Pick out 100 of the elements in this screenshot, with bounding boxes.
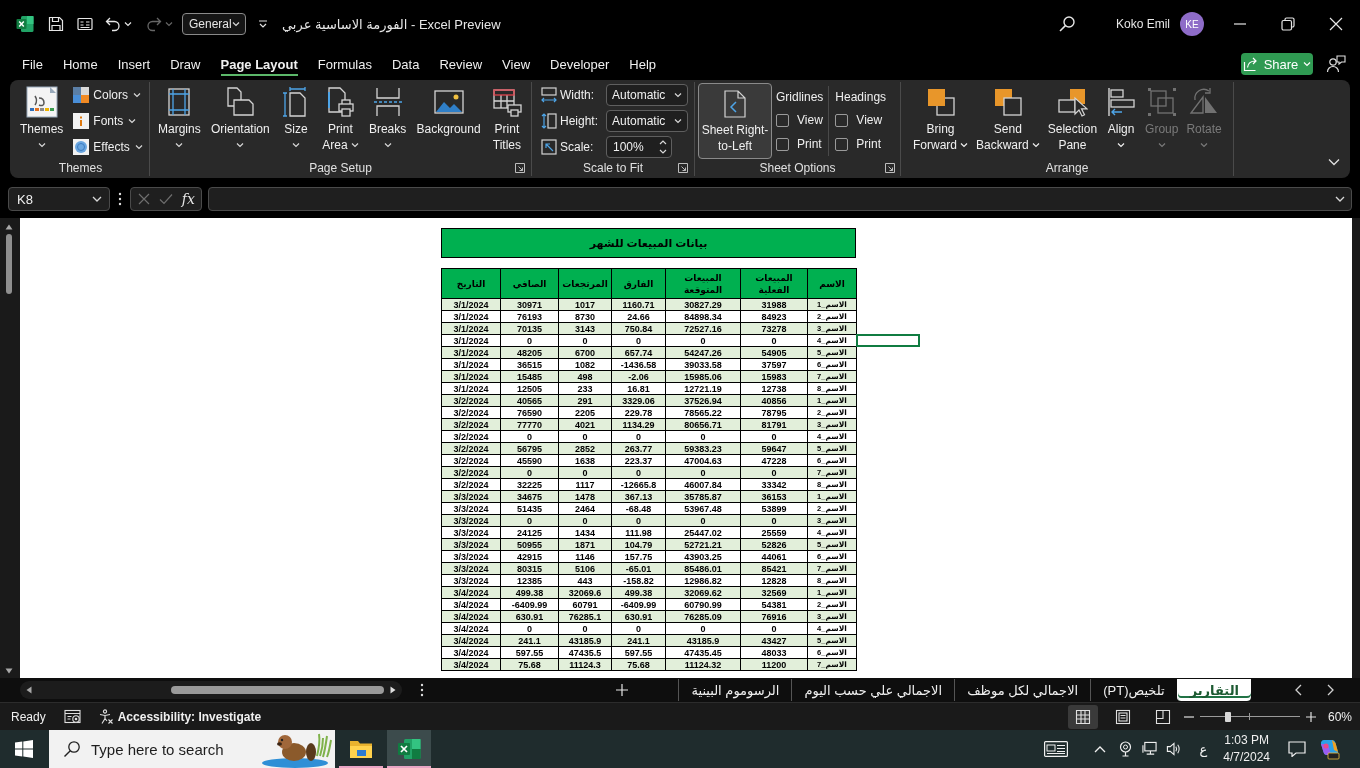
person-comment-icon[interactable] bbox=[1326, 55, 1346, 73]
ribbon-tab[interactable]: Developer bbox=[540, 49, 620, 79]
expand-formula-bar-icon[interactable] bbox=[1335, 196, 1345, 202]
form-icon[interactable] bbox=[77, 16, 93, 32]
bring-forward-button[interactable]: Bring Forward bbox=[909, 82, 972, 160]
checkbox[interactable] bbox=[835, 113, 849, 127]
add-sheet-icon[interactable] bbox=[616, 684, 628, 696]
chevron-up-icon[interactable] bbox=[1093, 745, 1106, 753]
size-button[interactable]: Size bbox=[276, 82, 316, 160]
chevron-left-icon[interactable] bbox=[1295, 684, 1302, 696]
formula-input[interactable] bbox=[208, 187, 1352, 211]
network-icon[interactable] bbox=[1141, 741, 1157, 757]
table-cell: 233 bbox=[558, 382, 612, 395]
orientation-button[interactable]: Orientation bbox=[207, 82, 274, 160]
share-button[interactable]: Share bbox=[1241, 53, 1313, 75]
vertical-dots-icon[interactable] bbox=[118, 192, 122, 206]
collapse-ribbon-icon[interactable] bbox=[1328, 158, 1340, 166]
vertical-scrollbar[interactable] bbox=[4, 224, 14, 674]
speaker-volume-icon[interactable] bbox=[1165, 741, 1181, 757]
accessibility-status[interactable]: Accessibility: Investigate bbox=[117, 709, 262, 724]
restore-icon[interactable] bbox=[1280, 16, 1296, 32]
table-cell: 111.98 bbox=[611, 526, 666, 539]
input-language[interactable]: ع bbox=[1199, 741, 1208, 757]
scroll-right-icon[interactable] bbox=[390, 686, 396, 694]
taskbar-search-field[interactable]: Type here to search bbox=[49, 730, 335, 768]
ribbon-tab[interactable]: Home bbox=[52, 49, 108, 79]
checkbox[interactable] bbox=[776, 137, 789, 151]
number-format-dropdown[interactable]: General bbox=[182, 13, 246, 35]
ribbon-tab[interactable]: Draw bbox=[160, 49, 211, 79]
table-cell: 3/4/2024 bbox=[441, 646, 501, 659]
news-widget-icon[interactable] bbox=[1043, 741, 1068, 757]
dropdown-field[interactable]: Automatic bbox=[606, 84, 688, 106]
excel-taskbar-button[interactable] bbox=[387, 730, 431, 768]
sheet-right-to-left-button[interactable]: Sheet Right-to-Left bbox=[698, 83, 772, 159]
caret-icon bbox=[674, 92, 682, 98]
name-box[interactable]: K8 bbox=[8, 187, 110, 211]
column-header: الاسم bbox=[807, 268, 857, 299]
print-area-button[interactable]: Print Area bbox=[318, 82, 363, 160]
table-cell: 12738 bbox=[740, 382, 808, 395]
dialog-launcher-icon[interactable] bbox=[515, 163, 525, 173]
taskbar-clock[interactable]: 1:03 PM 4/7/2024 bbox=[1223, 730, 1270, 768]
search-icon[interactable] bbox=[1057, 15, 1076, 33]
sheet-tab[interactable]: الاجمالي لكل موظف bbox=[954, 679, 1091, 701]
margins-button[interactable]: Margins bbox=[154, 82, 205, 160]
enter-check-icon[interactable] bbox=[159, 192, 174, 206]
checkbox[interactable] bbox=[835, 137, 849, 151]
webcam-icon[interactable] bbox=[1117, 741, 1133, 757]
align-button[interactable]: Align bbox=[1101, 82, 1142, 160]
cancel-icon[interactable] bbox=[137, 192, 152, 206]
effects-button[interactable]: Effects bbox=[71, 134, 145, 160]
table-cell: 16.81 bbox=[611, 382, 666, 395]
zoom-slider-thumb[interactable] bbox=[1224, 711, 1231, 722]
ribbon-tab[interactable]: File bbox=[12, 49, 53, 79]
ribbon-tab[interactable]: Help bbox=[619, 49, 667, 79]
scroll-left-icon[interactable] bbox=[26, 686, 32, 694]
close-icon[interactable] bbox=[1328, 16, 1344, 32]
spinner-arrows-icon[interactable] bbox=[659, 139, 667, 155]
scrollbar-thumb[interactable] bbox=[171, 686, 384, 694]
normal-view-button[interactable] bbox=[1067, 704, 1098, 729]
print-titles-button[interactable]: Print Titles bbox=[486, 82, 527, 160]
ribbon-tab[interactable]: Data bbox=[382, 49, 430, 79]
ribbon-tab[interactable]: Insert bbox=[107, 49, 161, 79]
zoom-in-icon[interactable] bbox=[1305, 711, 1316, 722]
sheet-tab[interactable]: التقارير bbox=[1176, 679, 1251, 701]
dialog-launcher-icon[interactable] bbox=[885, 163, 895, 173]
ribbon-tab[interactable]: Formulas bbox=[307, 49, 382, 79]
insert-function-button[interactable]: fx bbox=[181, 191, 195, 207]
accessibility-icon[interactable] bbox=[97, 708, 114, 725]
fonts-button[interactable]: Fonts bbox=[71, 108, 145, 134]
save-icon[interactable] bbox=[48, 16, 64, 32]
dropdown-field[interactable]: Automatic bbox=[606, 110, 688, 132]
ribbon-tab[interactable]: View bbox=[492, 49, 541, 79]
undo-icon[interactable] bbox=[105, 16, 121, 32]
send-backward-button[interactable]: Send Backward bbox=[972, 82, 1044, 160]
scrollbar-thumb[interactable] bbox=[6, 234, 12, 294]
checkbox[interactable] bbox=[776, 113, 789, 127]
dialog-launcher-icon[interactable] bbox=[678, 163, 688, 173]
colors-button[interactable]: Colors bbox=[71, 82, 145, 108]
scroll-down-icon[interactable] bbox=[5, 668, 13, 674]
windows-start-icon[interactable] bbox=[15, 740, 33, 758]
sheet-tab[interactable]: تلخيص(PT) bbox=[1090, 679, 1177, 701]
zoom-level[interactable]: 60% bbox=[1327, 709, 1352, 724]
active-cell-outline bbox=[856, 334, 920, 347]
horizontal-scrollbar[interactable] bbox=[20, 681, 402, 699]
user-avatar[interactable]: KE bbox=[1180, 12, 1204, 36]
spinner-field[interactable]: 100% bbox=[606, 136, 672, 158]
notification-icon[interactable] bbox=[1288, 741, 1306, 757]
macro-recording-icon[interactable] bbox=[63, 708, 82, 725]
table-cell: 60790.99 bbox=[665, 598, 741, 611]
chevron-right-icon[interactable] bbox=[1327, 684, 1334, 696]
themes-button[interactable]: Themes bbox=[16, 82, 68, 160]
breaks-button[interactable]: Breaks bbox=[364, 82, 411, 160]
ribbon-tab[interactable]: Review bbox=[429, 49, 493, 79]
copilot-preview-icon[interactable] bbox=[1318, 738, 1340, 760]
table-cell: 3/2/2024 bbox=[441, 454, 501, 467]
vertical-dots-icon[interactable] bbox=[420, 683, 424, 697]
selection-pane-button[interactable]: Selection Pane bbox=[1043, 82, 1102, 160]
scroll-up-icon[interactable] bbox=[5, 224, 13, 230]
background-button[interactable]: Background bbox=[412, 82, 485, 160]
customize-toolbar-icon[interactable] bbox=[258, 20, 268, 28]
